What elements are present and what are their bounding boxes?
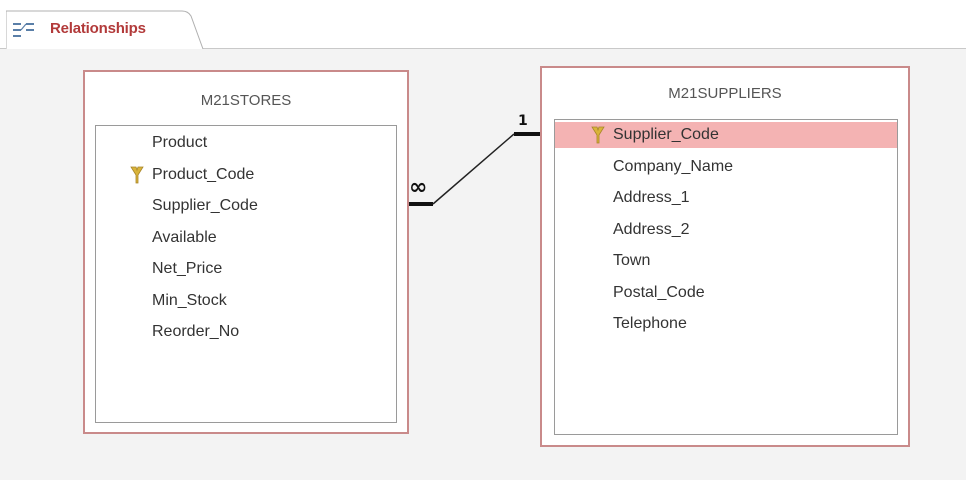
field-label: Address_2: [613, 221, 690, 238]
field-row[interactable]: Reorder_No: [96, 319, 396, 345]
one-cardinality-label: 1: [518, 113, 528, 129]
field-label: Address_1: [613, 189, 690, 206]
field-label: Company_Name: [613, 158, 734, 175]
field-row[interactable]: Supplier_Code: [96, 193, 396, 219]
field-row[interactable]: Postal_Code: [555, 280, 897, 306]
field-label: Min_Stock: [152, 292, 227, 309]
field-row[interactable]: Address_2: [555, 217, 897, 243]
document-tab-strip: Relationships: [0, 0, 966, 49]
field-label: Available: [152, 229, 217, 246]
primary-key-icon: [130, 166, 144, 184]
field-row[interactable]: Available: [96, 225, 396, 251]
table-m21stores[interactable]: M21STORES Product Product_Code Supplier_…: [83, 70, 409, 434]
field-row[interactable]: Telephone: [555, 311, 897, 337]
field-row[interactable]: Company_Name: [555, 154, 897, 180]
field-row-selected[interactable]: Supplier_Code: [555, 122, 897, 148]
field-row[interactable]: Product: [96, 130, 396, 156]
table-title: M21STORES: [200, 92, 292, 109]
field-label: Product: [152, 134, 208, 151]
relationships-window: Relationships ∞ 1 M21STORES Product Prod…: [0, 0, 966, 480]
field-label: Postal_Code: [613, 284, 705, 301]
tab-relationships[interactable]: Relationships: [6, 10, 204, 49]
field-label: Town: [613, 252, 651, 269]
field-row[interactable]: Product_Code: [96, 162, 396, 188]
field-row[interactable]: Min_Stock: [96, 288, 396, 314]
field-label: Reorder_No: [152, 323, 240, 340]
field-label: Telephone: [613, 315, 687, 332]
table-title: M21SUPPLIERS: [668, 85, 782, 102]
many-cardinality-label: ∞: [409, 175, 428, 200]
relationship-design-surface[interactable]: ∞ 1 M21STORES Product Product_Code Suppl…: [0, 49, 966, 480]
primary-key-icon: [591, 126, 605, 144]
field-row[interactable]: Net_Price: [96, 256, 396, 282]
field-row[interactable]: Address_1: [555, 185, 897, 211]
table-m21suppliers[interactable]: M21SUPPLIERS Supplier_Code Company_Name …: [540, 66, 910, 447]
relationships-icon: [12, 20, 36, 40]
field-label: Supplier_Code: [152, 197, 258, 214]
field-row[interactable]: Town: [555, 248, 897, 274]
field-list[interactable]: Supplier_Code Company_Name Address_1 Add…: [554, 119, 898, 435]
field-label: Supplier_Code: [613, 126, 719, 143]
field-list[interactable]: Product Product_Code Supplier_Code Avail…: [95, 125, 397, 423]
field-label: Product_Code: [152, 166, 255, 183]
tab-label: Relationships: [50, 20, 146, 37]
field-label: Net_Price: [152, 260, 223, 277]
